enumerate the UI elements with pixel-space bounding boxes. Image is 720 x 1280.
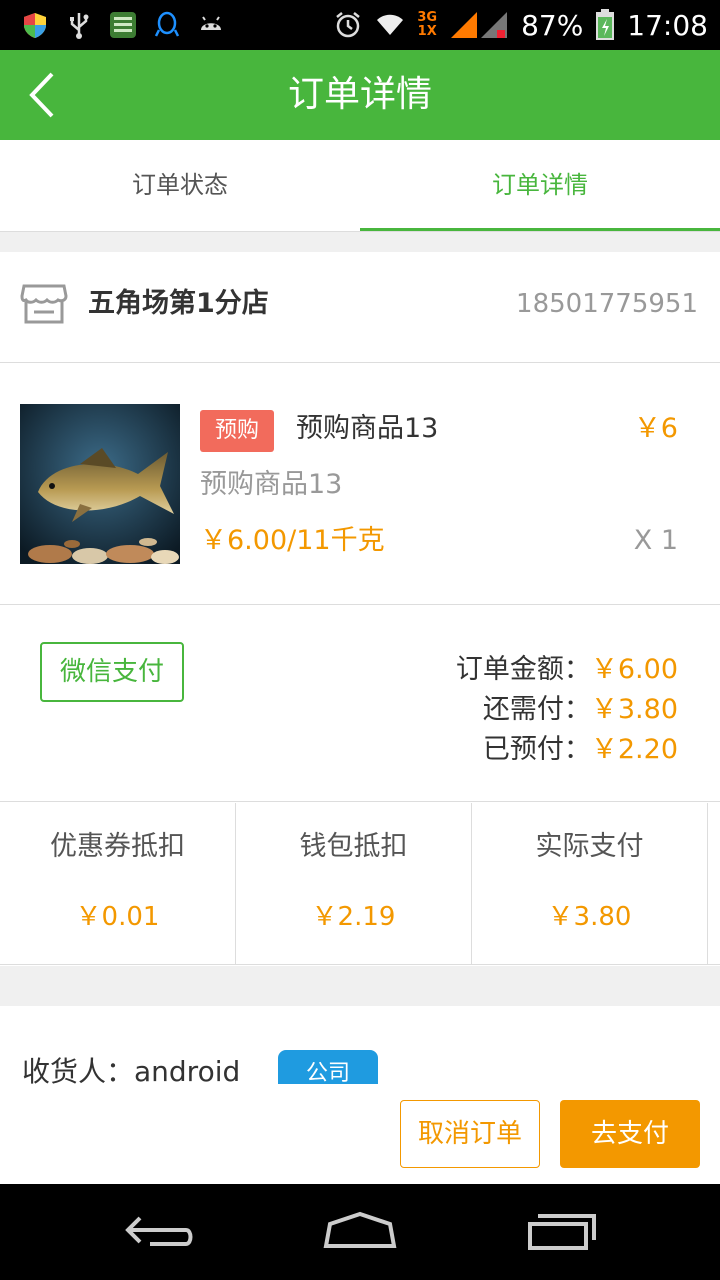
receiver-row: 收货人：android 公司	[0, 1006, 720, 1084]
store-name: 五角场第1分店	[88, 288, 269, 319]
product-quantity: X 1	[633, 525, 678, 556]
amount-lines: 订单金额：￥6.00 还需付：￥3.80 已预付：￥2.20	[456, 650, 678, 770]
status-bar: 3G 1X 87% 17:08	[0, 0, 720, 50]
remaining-amount-line: 还需付：￥3.80	[482, 694, 678, 725]
tab-order-details[interactable]: 订单详情	[360, 140, 720, 231]
page-title: 订单详情	[287, 74, 432, 115]
product-image	[20, 404, 180, 564]
store-row: 五角场第1分店 18501775951	[0, 252, 720, 363]
clock: 17:08	[627, 8, 708, 42]
back-button[interactable]	[14, 68, 68, 122]
shield-icon	[24, 13, 46, 38]
section-divider	[0, 232, 720, 252]
prepaid-amount-line: 已预付：￥2.20	[482, 734, 678, 765]
cancel-order-button[interactable]: 取消订单	[400, 1100, 540, 1168]
app-header: 订单详情	[0, 50, 720, 140]
receiver-name: 收货人：android	[22, 1055, 241, 1084]
store-icon	[20, 284, 68, 324]
product-item[interactable]: 预购 预购商品13 ￥6 预购商品13 ￥6.00/11千克 X 1	[0, 364, 720, 605]
back-nav-icon[interactable]	[120, 1206, 200, 1256]
pay-button[interactable]: 去支付	[560, 1100, 700, 1168]
usb-icon	[70, 13, 89, 39]
app-icon	[110, 12, 136, 38]
section-divider	[0, 966, 720, 1006]
status-bar-notifications	[20, 8, 226, 42]
wifi-icon	[377, 14, 404, 35]
address-tag: 公司	[278, 1050, 378, 1084]
android-icon	[201, 16, 221, 30]
battery-icon	[596, 9, 615, 40]
home-nav-icon[interactable]	[320, 1206, 400, 1256]
coupon-deduction-cell: 优惠券抵扣 ￥0.01	[0, 803, 236, 964]
product-unit-price: ￥6.00/11千克	[200, 525, 385, 556]
network-type-label: 3G 1X	[417, 10, 438, 39]
system-nav-bar	[0, 1184, 720, 1280]
chevron-left-icon	[29, 72, 54, 118]
store-phone[interactable]: 18501775951	[516, 282, 698, 326]
status-bar-system: 3G 1X 87% 17:08	[333, 8, 708, 42]
deductions-grid: 优惠券抵扣 ￥0.01 钱包抵扣 ￥2.19 实际支付 ￥3.80	[0, 803, 720, 965]
signal-icon	[451, 12, 508, 38]
alarm-icon	[336, 12, 361, 38]
action-bar: 取消订单 去支付	[0, 1084, 720, 1184]
actual-payment-cell: 实际支付 ￥3.80	[472, 803, 708, 964]
wallet-deduction-cell: 钱包抵扣 ￥2.19	[236, 803, 472, 964]
preorder-badge: 预购	[200, 410, 274, 452]
tab-order-status[interactable]: 订单状态	[0, 140, 360, 231]
product-name: 预购商品13	[296, 413, 439, 444]
payment-method-button[interactable]: 微信支付	[40, 642, 184, 702]
payment-summary: 微信支付 订单金额：￥6.00 还需付：￥3.80 已预付：￥2.20	[0, 606, 720, 802]
battery-percent: 87%	[521, 8, 584, 42]
product-subtitle: 预购商品13	[200, 469, 343, 500]
tab-bar: 订单状态 订单详情	[0, 140, 720, 232]
qq-icon	[154, 11, 180, 37]
recent-apps-icon[interactable]	[520, 1206, 600, 1256]
order-amount-line: 订单金额：￥6.00	[455, 654, 678, 685]
product-price: ￥6	[633, 413, 678, 444]
